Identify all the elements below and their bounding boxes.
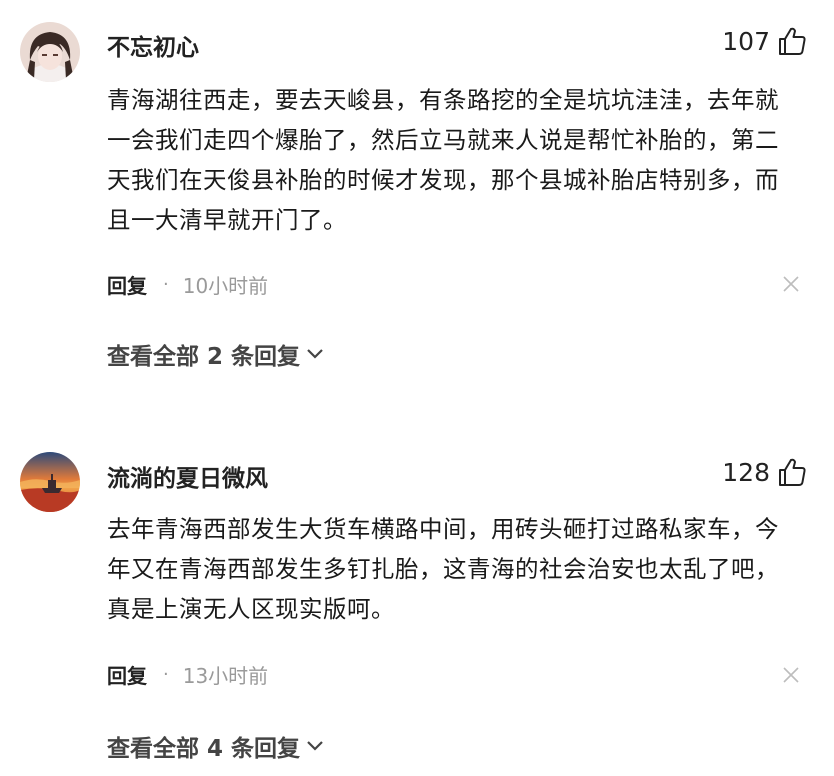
comment-meta: 回复 · 13小时前 (107, 660, 268, 689)
thumbs-up-icon[interactable] (778, 457, 806, 487)
like-count: 128 (722, 457, 770, 487)
timestamp: 13小时前 (182, 664, 269, 688)
close-icon[interactable] (782, 666, 800, 684)
username[interactable]: 流淌的夏日微风 (107, 459, 268, 493)
chevron-down-icon (307, 741, 323, 751)
comment-item: 流淌的夏日微风 128 去年青海西部发生大货车横路中间，用砖头砸打过路私家车，今… (0, 0, 834, 776)
avatar[interactable] (20, 452, 80, 512)
reply-button[interactable]: 回复 (107, 660, 147, 689)
like-control[interactable]: 128 (722, 457, 806, 487)
sunset-boat-avatar-icon (20, 452, 80, 512)
comment-text: 去年青海西部发生大货车横路中间，用砖头砸打过路私家车，今年又在青海西部发生多钉扎… (107, 515, 779, 623)
view-replies-label: 查看全部 4 条回复 (107, 736, 301, 762)
view-replies-button[interactable]: 查看全部 4 条回复 (107, 729, 324, 763)
separator-dot: · (163, 664, 169, 685)
